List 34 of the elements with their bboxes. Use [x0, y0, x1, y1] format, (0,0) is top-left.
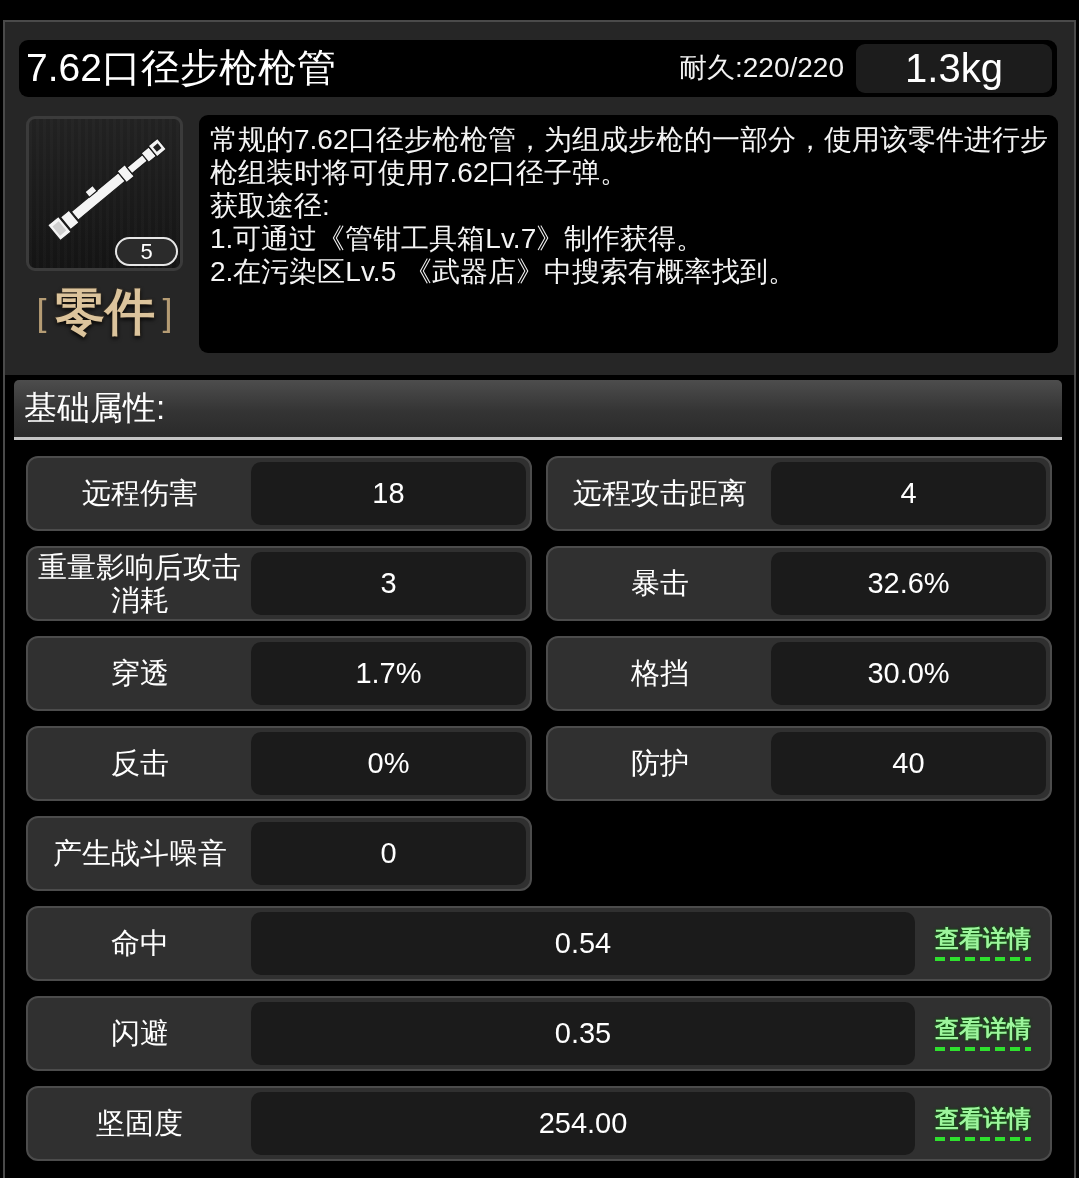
durability-text: 耐久:220/220 [679, 53, 844, 84]
stat-label: 暴击 [629, 567, 690, 600]
stat-value: 0 [251, 822, 526, 885]
count-badge: 5 [115, 237, 178, 266]
weight-value: 1.3kg [856, 44, 1052, 93]
stat-label: 远程攻击距离 [571, 477, 748, 510]
description-text: 2.在污染区Lv.5 《武器店》中搜索有概率找到。 [210, 255, 797, 288]
section-title: 基础属性: [24, 390, 166, 427]
stat-label: 反击 [109, 747, 170, 780]
stat-value: 0% [251, 732, 526, 795]
stat-value: 254.00 [251, 1092, 915, 1155]
stat-value: 4 [771, 462, 1046, 525]
stat-value: 18 [251, 462, 526, 525]
stat-value: 40 [771, 732, 1046, 795]
stat-value: 3 [251, 552, 526, 615]
item-title: 7.62口径步枪枪管 [26, 47, 337, 90]
description-text: 获取途径: [210, 189, 331, 222]
stat-label: 重量影响后攻击消耗 [37, 550, 242, 617]
description-text: 常规的7.62口径步枪枪管，为组成步枪的一部分，使用该零件进行步枪组装时将可使用7.62口径子弹。 [210, 123, 1050, 189]
stat-label: 格挡 [629, 657, 690, 690]
stat-value: 0.35 [251, 1002, 915, 1065]
stat-label: 防护 [629, 747, 690, 780]
stat-label: 产生战斗噪音 [51, 837, 228, 870]
stat-label: 命中 [109, 927, 170, 960]
stat-value: 1.7% [251, 642, 526, 705]
stat-value: 32.6% [771, 552, 1046, 615]
stat-label: 穿透 [109, 657, 170, 690]
stat-value: 30.0% [771, 642, 1046, 705]
category-label: [ 零件 ] [35, 285, 174, 340]
stat-label: 坚固度 [95, 1107, 184, 1140]
stat-label: 闪避 [109, 1017, 170, 1050]
stat-label: 远程伤害 [80, 477, 199, 510]
description-text: 1.可通过《管钳工具箱Lv.7》制作获得。 [210, 222, 706, 255]
stat-value: 0.54 [251, 912, 915, 975]
